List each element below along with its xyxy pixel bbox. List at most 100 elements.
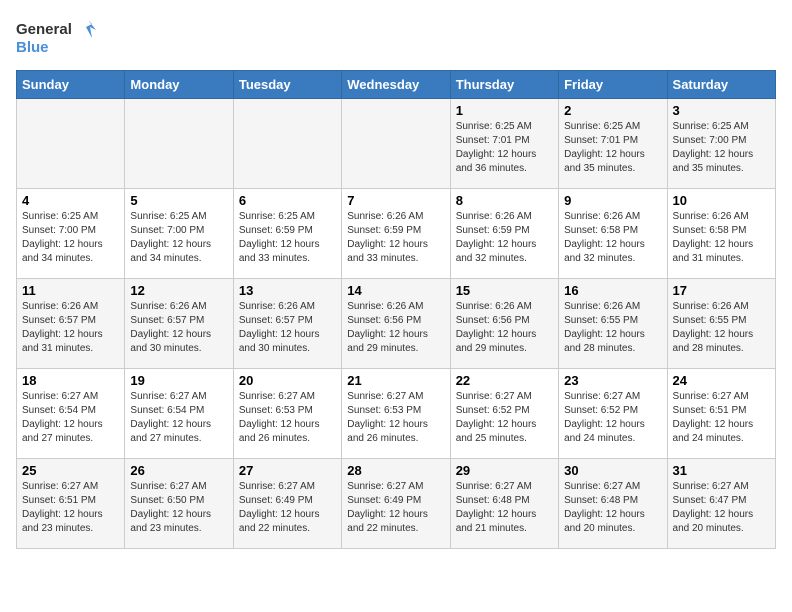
calendar-cell: 4Sunrise: 6:25 AM Sunset: 7:00 PM Daylig… — [17, 189, 125, 279]
day-number: 14 — [347, 283, 444, 298]
day-info: Sunrise: 6:25 AM Sunset: 7:00 PM Dayligh… — [130, 210, 227, 266]
day-number: 23 — [564, 373, 661, 388]
day-info: Sunrise: 6:26 AM Sunset: 6:56 PM Dayligh… — [456, 300, 553, 356]
day-info: Sunrise: 6:27 AM Sunset: 6:53 PM Dayligh… — [239, 390, 336, 446]
day-info: Sunrise: 6:27 AM Sunset: 6:54 PM Dayligh… — [130, 390, 227, 446]
calendar-cell: 22 Sunrise: 6:27 AM Sunset: 6:52 PM Dayli… — [450, 369, 558, 459]
day-header-saturday: Saturday — [667, 71, 775, 99]
day-header-thursday: Thursday — [450, 71, 558, 99]
day-number: 1 — [456, 103, 553, 118]
day-number: 13 — [239, 283, 336, 298]
day-info: Sunrise: 6:26 AM Sunset: 6:58 PM Dayligh… — [673, 210, 770, 266]
day-number: 17 — [673, 283, 770, 298]
day-info: Sunrise: 6:26 AM Sunset: 6:55 PM Dayligh… — [673, 300, 770, 356]
day-number: 27 — [239, 463, 336, 478]
calendar-cell: 1 Sunrise: 6:25 AM Sunset: 7:01 PM Daylig… — [450, 99, 558, 189]
calendar-cell — [342, 99, 450, 189]
day-info: Sunrise: 6:27 AM Sunset: 6:47 PM Dayligh… — [673, 480, 770, 536]
week-row-1: 1 Sunrise: 6:25 AM Sunset: 7:01 PM Daylig… — [17, 99, 776, 189]
day-info: Sunrise: 6:27 AM Sunset: 6:51 PM Dayligh… — [673, 390, 770, 446]
day-header-wednesday: Wednesday — [342, 71, 450, 99]
calendar-cell: 28 Sunrise: 6:27 AM Sunset: 6:49 PM Dayli… — [342, 459, 450, 549]
calendar-cell: 8 Sunrise: 6:26 AM Sunset: 6:59 PM Daylig… — [450, 189, 558, 279]
day-number: 21 — [347, 373, 444, 388]
calendar-cell: 6 Sunrise: 6:25 AM Sunset: 6:59 PM Daylig… — [233, 189, 341, 279]
day-info: Sunrise: 6:25 AM Sunset: 6:59 PM Dayligh… — [239, 210, 336, 266]
day-header-sunday: Sunday — [17, 71, 125, 99]
day-number: 19 — [130, 373, 227, 388]
day-number: 20 — [239, 373, 336, 388]
day-number: 6 — [239, 193, 336, 208]
calendar-cell — [233, 99, 341, 189]
day-number: 25 — [22, 463, 119, 478]
calendar-cell: 30Sunrise: 6:27 AM Sunset: 6:48 PM Dayli… — [559, 459, 667, 549]
day-number: 10 — [673, 193, 770, 208]
day-info: Sunrise: 6:27 AM Sunset: 6:49 PM Dayligh… — [239, 480, 336, 536]
svg-text:General: General — [16, 21, 72, 38]
day-info: Sunrise: 6:25 AM Sunset: 7:01 PM Dayligh… — [564, 120, 661, 176]
week-row-3: 11Sunrise: 6:26 AM Sunset: 6:57 PM Dayli… — [17, 279, 776, 369]
calendar-cell: 17 Sunrise: 6:26 AM Sunset: 6:55 PM Dayli… — [667, 279, 775, 369]
day-number: 26 — [130, 463, 227, 478]
day-info: Sunrise: 6:26 AM Sunset: 6:55 PM Dayligh… — [564, 300, 661, 356]
calendar-cell — [17, 99, 125, 189]
day-number: 22 — [456, 373, 553, 388]
calendar-cell: 19 Sunrise: 6:27 AM Sunset: 6:54 PM Dayli… — [125, 369, 233, 459]
day-info: Sunrise: 6:27 AM Sunset: 6:54 PM Dayligh… — [22, 390, 119, 446]
calendar-cell: 18 Sunrise: 6:27 AM Sunset: 6:54 PM Dayli… — [17, 369, 125, 459]
calendar-cell: 13 Sunrise: 6:26 AM Sunset: 6:57 PM Dayli… — [233, 279, 341, 369]
logo: General Blue — [16, 16, 96, 60]
calendar-cell: 26 Sunrise: 6:27 AM Sunset: 6:50 PM Dayli… — [125, 459, 233, 549]
calendar-cell: 25 Sunrise: 6:27 AM Sunset: 6:51 PM Dayli… — [17, 459, 125, 549]
calendar-cell: 2 Sunrise: 6:25 AM Sunset: 7:01 PM Daylig… — [559, 99, 667, 189]
week-row-2: 4Sunrise: 6:25 AM Sunset: 7:00 PM Daylig… — [17, 189, 776, 279]
week-row-4: 18 Sunrise: 6:27 AM Sunset: 6:54 PM Dayli… — [17, 369, 776, 459]
calendar-cell: 12 Sunrise: 6:26 AM Sunset: 6:57 PM Dayli… — [125, 279, 233, 369]
header-row: SundayMondayTuesdayWednesdayThursdayFrid… — [17, 71, 776, 99]
day-number: 31 — [673, 463, 770, 478]
day-info: Sunrise: 6:27 AM Sunset: 6:53 PM Dayligh… — [347, 390, 444, 446]
day-info: Sunrise: 6:26 AM Sunset: 6:57 PM Dayligh… — [239, 300, 336, 356]
day-number: 28 — [347, 463, 444, 478]
calendar-cell: 16 Sunrise: 6:26 AM Sunset: 6:55 PM Dayli… — [559, 279, 667, 369]
day-info: Sunrise: 6:26 AM Sunset: 6:57 PM Dayligh… — [22, 300, 119, 356]
day-info: Sunrise: 6:26 AM Sunset: 6:57 PM Dayligh… — [130, 300, 227, 356]
calendar-cell: 24 Sunrise: 6:27 AM Sunset: 6:51 PM Dayli… — [667, 369, 775, 459]
day-info: Sunrise: 6:25 AM Sunset: 7:01 PM Dayligh… — [456, 120, 553, 176]
day-number: 18 — [22, 373, 119, 388]
day-number: 3 — [673, 103, 770, 118]
day-info: Sunrise: 6:27 AM Sunset: 6:48 PM Dayligh… — [456, 480, 553, 536]
calendar-cell — [125, 99, 233, 189]
day-info: Sunrise: 6:25 AM Sunset: 7:00 PM Dayligh… — [22, 210, 119, 266]
day-info: Sunrise: 6:25 AM Sunset: 7:00 PM Dayligh… — [673, 120, 770, 176]
day-number: 8 — [456, 193, 553, 208]
day-info: Sunrise: 6:26 AM Sunset: 6:58 PM Dayligh… — [564, 210, 661, 266]
day-number: 24 — [673, 373, 770, 388]
day-info: Sunrise: 6:26 AM Sunset: 6:59 PM Dayligh… — [456, 210, 553, 266]
day-info: Sunrise: 6:27 AM Sunset: 6:49 PM Dayligh… — [347, 480, 444, 536]
day-info: Sunrise: 6:27 AM Sunset: 6:51 PM Dayligh… — [22, 480, 119, 536]
day-header-friday: Friday — [559, 71, 667, 99]
day-number: 12 — [130, 283, 227, 298]
day-header-monday: Monday — [125, 71, 233, 99]
day-number: 9 — [564, 193, 661, 208]
week-row-5: 25 Sunrise: 6:27 AM Sunset: 6:51 PM Dayli… — [17, 459, 776, 549]
day-number: 5 — [130, 193, 227, 208]
header: General Blue — [16, 16, 776, 60]
calendar-table: SundayMondayTuesdayWednesdayThursdayFrid… — [16, 70, 776, 549]
day-number: 2 — [564, 103, 661, 118]
calendar-cell: 15Sunrise: 6:26 AM Sunset: 6:56 PM Dayli… — [450, 279, 558, 369]
day-info: Sunrise: 6:27 AM Sunset: 6:52 PM Dayligh… — [456, 390, 553, 446]
day-number: 16 — [564, 283, 661, 298]
calendar-cell: 3 Sunrise: 6:25 AM Sunset: 7:00 PM Daylig… — [667, 99, 775, 189]
logo-svg: General Blue — [16, 16, 96, 60]
calendar-cell: 7Sunrise: 6:26 AM Sunset: 6:59 PM Daylig… — [342, 189, 450, 279]
calendar-cell: 20 Sunrise: 6:27 AM Sunset: 6:53 PM Dayli… — [233, 369, 341, 459]
day-info: Sunrise: 6:27 AM Sunset: 6:48 PM Dayligh… — [564, 480, 661, 536]
calendar-cell: 31 Sunrise: 6:27 AM Sunset: 6:47 PM Dayli… — [667, 459, 775, 549]
calendar-cell: 27 Sunrise: 6:27 AM Sunset: 6:49 PM Dayli… — [233, 459, 341, 549]
calendar-cell: 10 Sunrise: 6:26 AM Sunset: 6:58 PM Dayli… — [667, 189, 775, 279]
day-info: Sunrise: 6:27 AM Sunset: 6:52 PM Dayligh… — [564, 390, 661, 446]
day-info: Sunrise: 6:27 AM Sunset: 6:50 PM Dayligh… — [130, 480, 227, 536]
day-header-tuesday: Tuesday — [233, 71, 341, 99]
